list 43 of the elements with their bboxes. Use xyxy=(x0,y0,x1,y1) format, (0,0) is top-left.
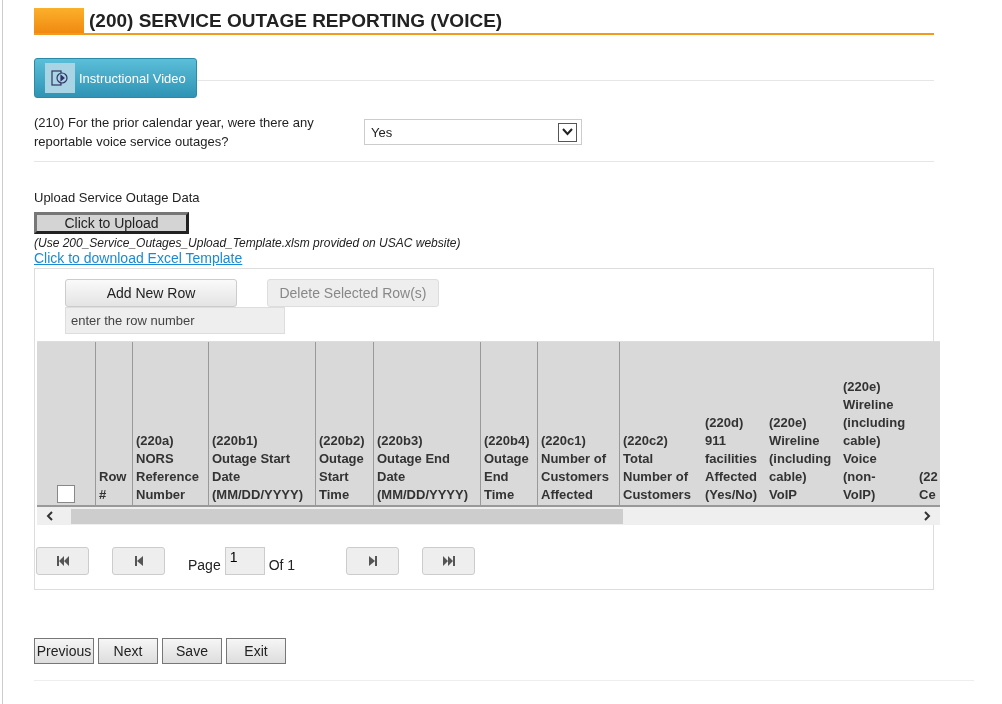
column-header: (220a) NORS Reference Number xyxy=(132,342,208,505)
last-page-icon xyxy=(442,555,455,567)
upload-button[interactable]: Click to Upload xyxy=(34,212,189,234)
select-all-checkbox[interactable] xyxy=(57,485,75,503)
last-page-button[interactable] xyxy=(422,547,476,575)
upload-label: Upload Service Outage Data xyxy=(34,190,201,205)
column-header: (220e) Wireline (including cable) Voice (non- VoIP) xyxy=(842,378,907,504)
column-header: (220c1) Number of Customers Affected xyxy=(537,342,619,505)
first-page-icon xyxy=(56,555,69,567)
add-row-button[interactable]: Add New Row xyxy=(65,279,237,307)
column-header: (220b2) Outage Start Time xyxy=(315,342,373,505)
caret-icon xyxy=(562,128,573,136)
question-text: (210) For the prior calendar year, were there any reportable voice service outages? xyxy=(34,114,315,151)
row-number-field[interactable]: enter the row number xyxy=(65,307,285,334)
column-header: (220b4) Outage End Time xyxy=(480,342,537,505)
nav-button[interactable]: Save xyxy=(162,638,222,664)
next-page-button[interactable] xyxy=(346,547,400,575)
scroll-left-icon xyxy=(46,511,54,521)
column-header: (220b3) Outage End Date (MM/DD/YYYY) xyxy=(373,342,480,505)
page-count: Of 1 xyxy=(268,557,296,573)
section-title: (200) SERVICE OUTAGE REPORTING (VOICE) xyxy=(89,9,503,32)
page-label: Page xyxy=(188,557,221,573)
video-icon xyxy=(50,68,70,88)
column-header: (220b1) Outage Start Date (MM/DD/YYYY) xyxy=(208,342,315,505)
previous-page-button[interactable] xyxy=(112,547,165,575)
previous-page-icon xyxy=(132,555,145,567)
column-header: Row # xyxy=(95,342,132,505)
template-note: (Use 200_Service_Outages_Upload_Template.xlsm provided on USAC website) xyxy=(34,236,462,250)
nav-button[interactable]: Next xyxy=(98,638,158,664)
nav-button[interactable]: Exit xyxy=(226,638,286,664)
page-field[interactable]: 1 xyxy=(224,547,265,575)
section-marker xyxy=(34,8,84,33)
horizontal-scrollbar[interactable] xyxy=(37,507,940,525)
column-header: (220c2) Total Number of Customers xyxy=(619,342,702,505)
download-template-link[interactable]: Click to download Excel Template xyxy=(34,250,243,266)
first-page-button[interactable] xyxy=(36,547,89,575)
next-page-icon xyxy=(366,555,379,567)
scroll-right-icon xyxy=(923,511,931,521)
column-header: (220e) Wireline (including cable) VoIP xyxy=(768,414,833,504)
column-header: (220d) 911 facilities Affected (Yes/No) xyxy=(704,414,759,504)
column-header: (22 Ce xyxy=(918,468,939,504)
answer-select[interactable]: Yes xyxy=(364,119,582,145)
nav-button[interactable]: Previous xyxy=(34,638,94,664)
